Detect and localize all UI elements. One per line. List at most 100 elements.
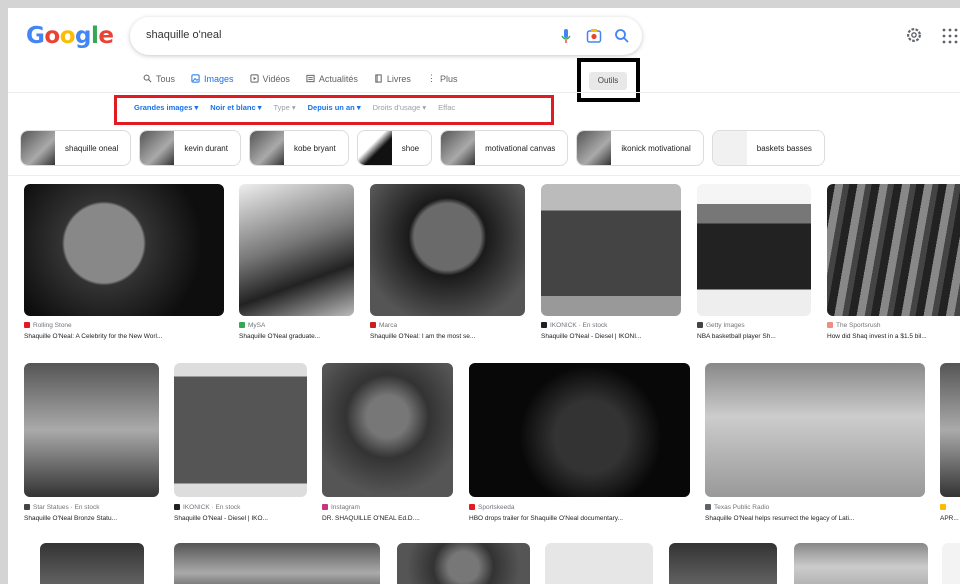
tab-label: Livres (386, 73, 411, 84)
image-result[interactable] (322, 363, 453, 497)
result-title: HBO drops trailer for Shaquille O'Neal d… (469, 515, 623, 522)
tab-label: Images (204, 73, 234, 84)
tab-books[interactable]: Livres (374, 73, 411, 84)
favicon (827, 322, 833, 328)
result-title: Shaquille O'Neal: A Celebrity for the Ne… (24, 333, 163, 340)
filters-highlight-box (114, 95, 554, 125)
divider (8, 92, 960, 93)
favicon (322, 504, 328, 510)
chip-label: kevin durant (184, 143, 228, 153)
result-source: IKONICK · En stock (183, 504, 241, 511)
image-result[interactable] (239, 184, 354, 316)
image-result[interactable] (794, 543, 928, 584)
video-icon (249, 74, 259, 83)
result-source: Sportskeeda (478, 504, 515, 511)
apps-grid-icon[interactable] (942, 28, 958, 44)
news-icon (306, 74, 315, 83)
chip[interactable]: shaquille oneal (20, 130, 132, 166)
tab-label: Actualités (318, 73, 358, 84)
image-result[interactable] (940, 363, 960, 497)
tab-videos[interactable]: Vidéos (249, 73, 290, 84)
image-result[interactable] (40, 543, 144, 584)
image-result[interactable] (397, 543, 530, 584)
image-result[interactable] (942, 543, 960, 584)
search-icon (143, 74, 152, 83)
result-caption[interactable]: Texas Public Radio Shaquille O'Neal helps… (705, 502, 925, 524)
google-logo[interactable]: Google (26, 23, 114, 49)
chip-thumbnail (21, 131, 55, 165)
result-title: NBA basketball player Sh... (697, 333, 776, 340)
result-source: MySA (248, 322, 266, 329)
result-caption[interactable]: IKONICK · En stock Shaquille O'Neal - Die… (174, 502, 307, 524)
result-caption[interactable]: Getty Images NBA basketball player Sh... (697, 320, 811, 342)
search-tabs: Tous Images Vidéos Actualités Livres ⋮ Pl… (143, 73, 457, 84)
chip-label: ikonick motivational (621, 143, 691, 153)
image-result[interactable] (697, 184, 811, 316)
result-caption[interactable]: MySA Shaquille O'Neal graduate... (239, 320, 354, 342)
image-result[interactable] (174, 363, 307, 497)
result-caption[interactable]: APR... (940, 502, 960, 524)
result-caption[interactable]: Star Statues · En stock Shaquille O'Neal … (24, 502, 159, 524)
favicon (469, 504, 475, 510)
favicon (697, 322, 703, 328)
chip-thumbnail (357, 131, 392, 165)
result-source: IKONICK · En stock (550, 322, 608, 329)
chip-label: shoe (401, 143, 420, 153)
result-source: Texas Public Radio (714, 504, 770, 511)
tab-images[interactable]: Images (191, 73, 234, 84)
image-result[interactable] (370, 184, 525, 316)
chip[interactable]: ikonick motivational (576, 130, 704, 166)
favicon (705, 504, 711, 510)
result-title: DR. SHAQUILLE O'NEAL Ed.D.... (322, 515, 420, 522)
search-input[interactable]: shaquille o'neal (146, 29, 222, 41)
chip[interactable]: shoe (356, 130, 433, 166)
result-source: Instagram (331, 504, 360, 511)
image-result[interactable] (827, 184, 960, 316)
image-result[interactable] (469, 363, 690, 497)
book-icon (375, 74, 382, 83)
chip[interactable]: motivational canvas (440, 130, 569, 166)
chip[interactable]: kevin durant (139, 130, 241, 166)
result-source: Rolling Stone (33, 322, 72, 329)
divider (8, 175, 960, 176)
result-caption[interactable]: IKONICK · En stock Shaquille O'Neal - Die… (541, 320, 681, 342)
result-caption[interactable]: Marca Shaquille O'Neal: I am the most se.… (370, 320, 525, 342)
image-result[interactable] (545, 543, 653, 584)
tools-button[interactable]: Outils (589, 72, 627, 90)
related-chips: shaquille oneal kevin durant kobe bryant… (20, 130, 825, 166)
chip-thumbnail (249, 131, 284, 165)
chip-thumbnail (140, 131, 175, 165)
result-caption[interactable]: Rolling Stone Shaquille O'Neal: A Celebri… (24, 320, 224, 342)
tab-all[interactable]: Tous (143, 73, 175, 84)
search-icon[interactable] (612, 26, 632, 46)
result-title: Shaquille O'Neal - Diesel | IKONI... (541, 333, 642, 340)
image-result[interactable] (174, 543, 380, 584)
result-title: Shaquille O'Neal helps resurrect the leg… (705, 515, 855, 522)
chip[interactable]: baskets basses (711, 130, 825, 166)
image-result[interactable] (24, 184, 224, 316)
result-title: Shaquille O'Neal - Diesel | IKO... (174, 515, 268, 522)
result-caption[interactable]: The Sportsrush How did Shaq invest in a $… (827, 320, 960, 342)
tab-news[interactable]: Actualités (306, 73, 358, 84)
favicon (24, 504, 30, 510)
result-caption[interactable]: Sportskeeda HBO drops trailer for Shaquil… (469, 502, 690, 524)
image-result[interactable] (669, 543, 777, 584)
search-box[interactable]: shaquille o'neal (130, 17, 642, 55)
favicon (24, 322, 30, 328)
gear-icon[interactable] (905, 26, 923, 44)
image-result[interactable] (705, 363, 925, 497)
result-title: Shaquille O'Neal Bronze Statu... (24, 515, 118, 522)
image-result[interactable] (541, 184, 681, 316)
more-icon: ⋮ (426, 73, 436, 83)
result-title: Shaquille O'Neal: I am the most se... (370, 333, 476, 340)
tab-more[interactable]: ⋮ Plus (427, 73, 458, 84)
result-caption[interactable]: Instagram DR. SHAQUILLE O'NEAL Ed.D.... (322, 502, 453, 524)
camera-lens-icon[interactable] (584, 26, 604, 46)
image-result[interactable] (24, 363, 159, 497)
result-source: The Sportsrush (836, 322, 881, 329)
result-title: APR... (940, 515, 959, 522)
microphone-icon[interactable] (556, 26, 576, 46)
chip-thumbnail (712, 131, 747, 165)
chip[interactable]: kobe bryant (248, 130, 349, 166)
favicon (174, 504, 180, 510)
